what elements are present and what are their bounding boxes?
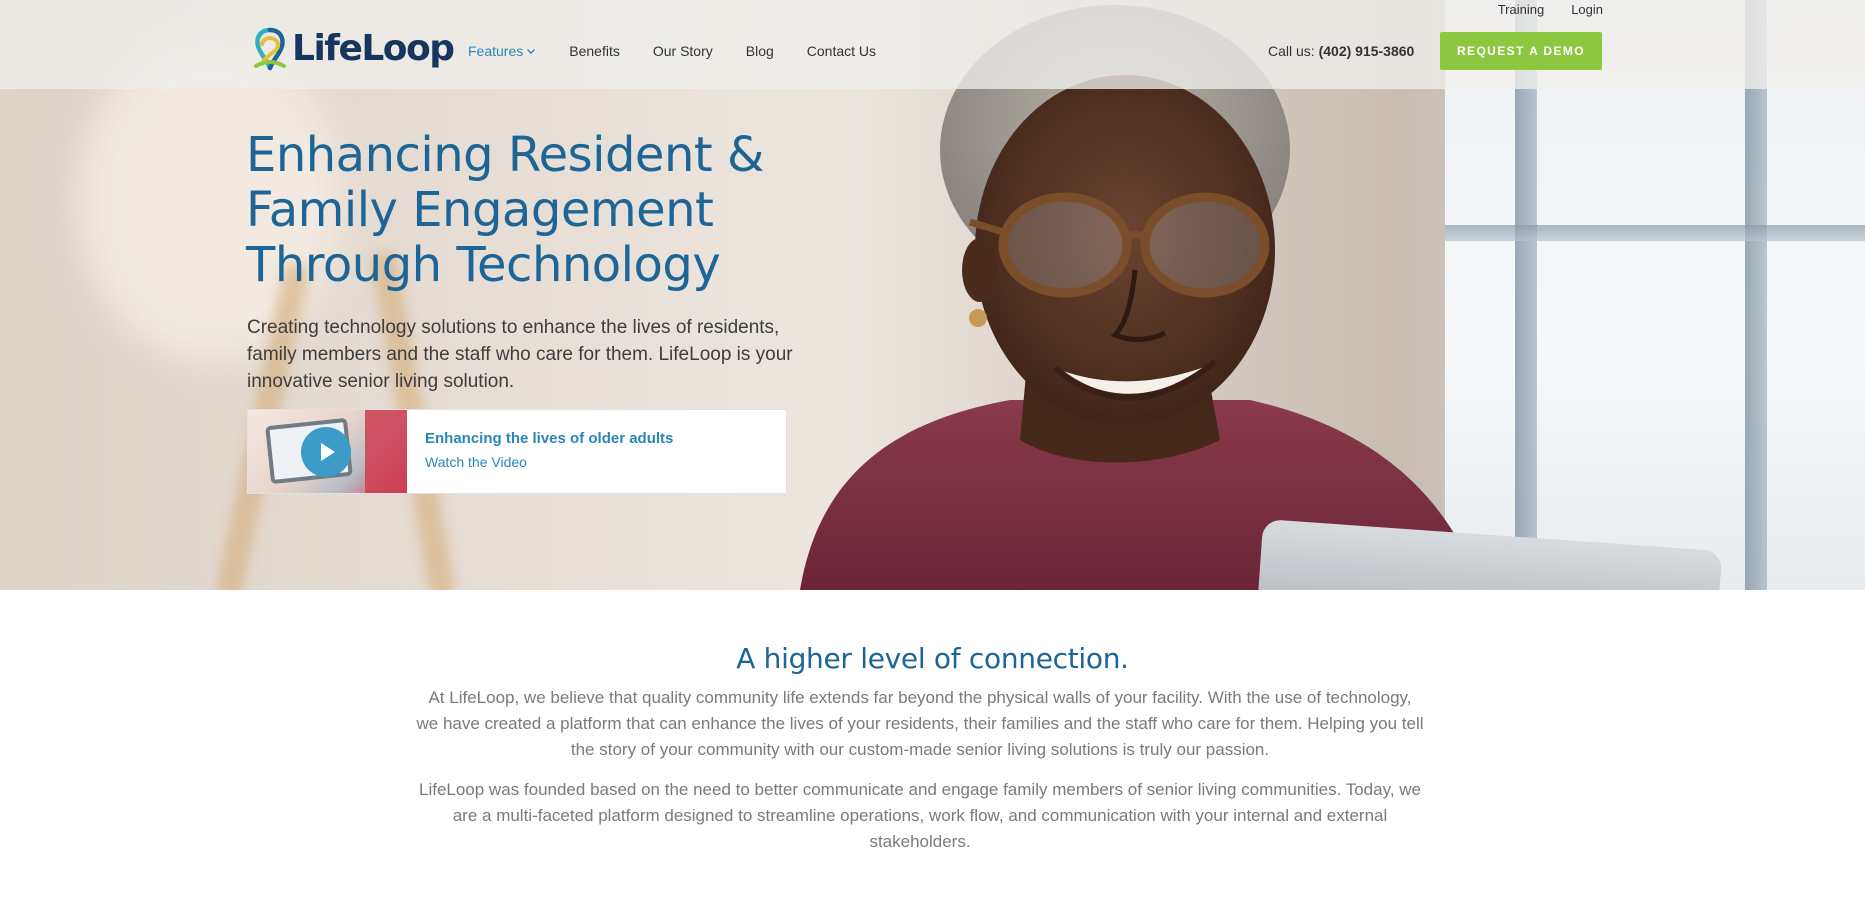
phone-contact: Call us: (402) 915-3860 bbox=[1268, 43, 1414, 59]
about-paragraph-2: LifeLoop was founded based on the need t… bbox=[415, 777, 1425, 855]
paragraph-line: the story of your community with our cus… bbox=[570, 740, 1270, 759]
video-text: Enhancing the lives of older adults Watc… bbox=[407, 410, 673, 493]
hero-title-line: Enhancing Resident & bbox=[246, 127, 764, 183]
nav-item-label: Features bbox=[468, 43, 524, 59]
play-icon[interactable] bbox=[301, 427, 351, 477]
request-demo-button[interactable]: REQUEST A DEMO bbox=[1440, 32, 1602, 70]
hero-subtitle-line: innovative senior living solution. bbox=[247, 371, 515, 392]
about-paragraph-1: At LifeLoop, we believe that quality com… bbox=[415, 685, 1425, 763]
paragraph-line: At LifeLoop, we believe that quality com… bbox=[428, 688, 1412, 707]
lifeloop-logo-icon bbox=[254, 27, 286, 71]
main-nav: Features Benefits Our Story Blog Contact… bbox=[468, 43, 909, 59]
utility-nav: Training Login bbox=[1498, 2, 1603, 17]
nav-item-features[interactable]: Features bbox=[468, 43, 536, 59]
video-card[interactable]: Enhancing the lives of older adults Watc… bbox=[247, 409, 787, 494]
hero-subtitle-line: Creating technology solutions to enhance… bbox=[247, 317, 780, 338]
video-title: Enhancing the lives of older adults bbox=[425, 430, 674, 447]
phone-prefix: Call us: bbox=[1268, 43, 1315, 59]
logo-wordmark: LifeLoop bbox=[292, 28, 455, 69]
nav-item-label: Contact Us bbox=[806, 43, 877, 59]
hero-title-line: Through Technology bbox=[246, 237, 721, 293]
nav-item-benefits[interactable]: Benefits bbox=[569, 43, 620, 59]
phone-number-link[interactable]: (402) 915-3860 bbox=[1319, 43, 1415, 59]
chevron-down-icon bbox=[527, 49, 536, 54]
paragraph-line: we have created a platform that can enha… bbox=[416, 714, 1424, 733]
training-link[interactable]: Training bbox=[1498, 2, 1544, 17]
nav-item-blog[interactable]: Blog bbox=[746, 43, 774, 59]
nav-item-label: Our Story bbox=[652, 43, 713, 59]
paragraph-line: stakeholders. bbox=[869, 832, 971, 851]
site-header: Training Login LifeLoop Features Benefit… bbox=[0, 0, 1865, 89]
watch-video-link[interactable]: Watch the Video bbox=[425, 454, 673, 470]
connection-section: A higher level of connection. At LifeLoo… bbox=[0, 590, 1865, 900]
hero-subtitle: Creating technology solutions to enhance… bbox=[247, 314, 807, 395]
nav-item-label: Benefits bbox=[569, 43, 620, 59]
page: Training Login LifeLoop Features Benefit… bbox=[0, 0, 1865, 900]
paragraph-line: LifeLoop was founded based on the need t… bbox=[418, 780, 1421, 799]
video-thumbnail bbox=[248, 410, 407, 493]
hero-title: Enhancing Resident & Family Engagement T… bbox=[246, 128, 866, 293]
paragraph-line: are a multi-faceted platform designed to… bbox=[452, 806, 1388, 825]
nav-item-label: Blog bbox=[745, 43, 774, 59]
login-link[interactable]: Login bbox=[1571, 2, 1603, 17]
nav-item-contact-us[interactable]: Contact Us bbox=[807, 43, 876, 59]
hero-subtitle-line: family members and the staff who care fo… bbox=[247, 344, 793, 365]
section-title: A higher level of connection. bbox=[736, 642, 1129, 675]
nav-item-our-story[interactable]: Our Story bbox=[653, 43, 713, 59]
hero-title-line: Family Engagement bbox=[246, 182, 714, 238]
lifeloop-logo[interactable]: LifeLoop bbox=[252, 26, 455, 72]
